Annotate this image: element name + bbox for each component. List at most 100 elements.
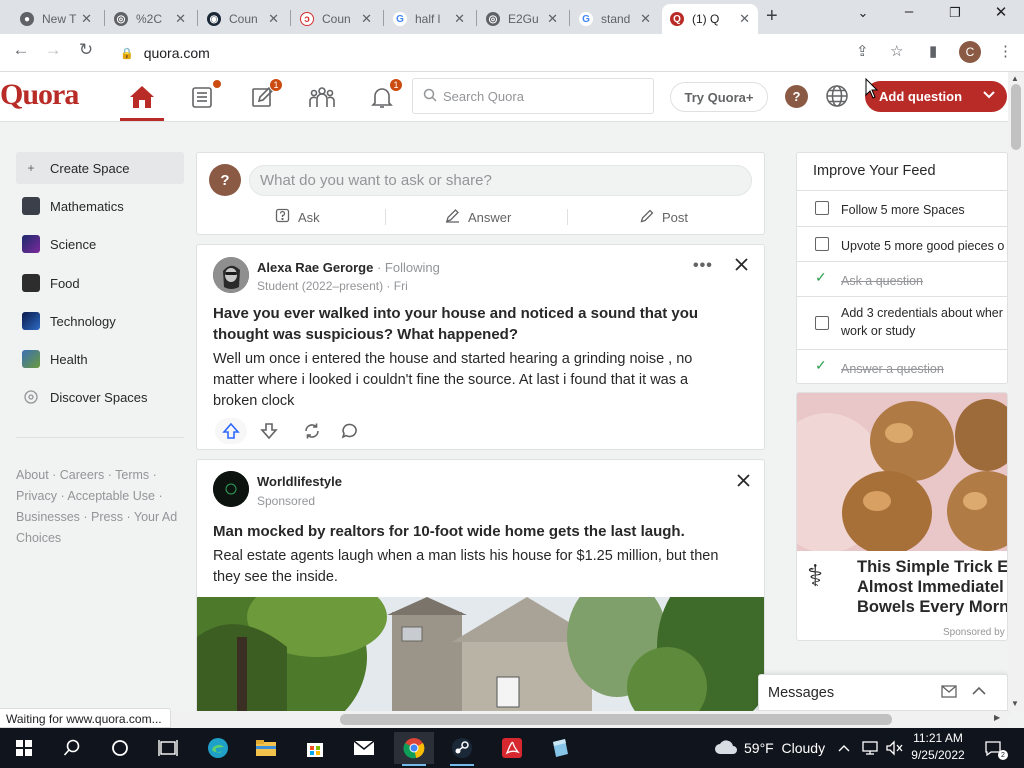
spaces-people-icon[interactable] xyxy=(307,82,337,112)
answer-button[interactable]: Answer xyxy=(445,205,511,229)
author-avatar[interactable] xyxy=(213,257,249,293)
restore-button[interactable]: ❐ xyxy=(932,5,978,21)
sponsor-avatar[interactable] xyxy=(213,471,249,507)
answer-body[interactable]: Well um once i entered the house and sta… xyxy=(213,349,743,412)
bookmark-star-icon[interactable]: ☆ xyxy=(890,42,903,60)
share-icon[interactable]: ⇪ xyxy=(856,42,869,60)
close-icon[interactable]: ✕ xyxy=(739,11,750,27)
forward-button[interactable]: → xyxy=(40,40,66,60)
try-quora-plus-button[interactable]: Try Quora+ xyxy=(670,82,768,112)
search-input[interactable]: Search Quora xyxy=(412,78,654,114)
feed-task-answer[interactable]: ✓ Answer a question xyxy=(797,349,1007,383)
feed-task-follow-spaces[interactable]: Follow 5 more Spaces xyxy=(797,190,1007,226)
footer-link-privacy[interactable]: Privacy xyxy=(16,489,57,503)
store-icon[interactable] xyxy=(295,732,335,764)
edge-icon[interactable] xyxy=(198,732,238,764)
close-icon[interactable]: ✕ xyxy=(81,11,92,27)
volume-muted-icon[interactable] xyxy=(885,728,903,768)
browser-tab[interactable]: ↄ Coun ✕ xyxy=(292,4,380,34)
sidebar-item-mathematics[interactable]: Mathematics xyxy=(16,190,184,222)
network-icon[interactable] xyxy=(861,728,879,768)
close-icon[interactable]: ✕ xyxy=(547,11,558,27)
steam-icon[interactable] xyxy=(442,732,482,766)
sidebar-item-technology[interactable]: Technology xyxy=(16,305,184,337)
ad-house-image[interactable] xyxy=(197,597,764,718)
vertical-scroll-thumb[interactable] xyxy=(1011,84,1021,150)
sidebar-item-science[interactable]: Science xyxy=(16,228,184,260)
ad-headline[interactable]: Man mocked by realtors for 10-foot wide … xyxy=(213,521,758,542)
file-explorer-icon[interactable] xyxy=(246,732,286,764)
messages-dock[interactable]: Messages xyxy=(758,674,1008,711)
compose-message-icon[interactable] xyxy=(941,684,957,701)
share-repost-icon[interactable] xyxy=(296,418,328,444)
footer-link-press[interactable]: Press xyxy=(91,510,123,524)
upvote-button[interactable] xyxy=(215,418,247,444)
ad-body[interactable]: Real estate agents laugh when a man list… xyxy=(213,546,743,588)
ask-share-input[interactable]: What do you want to ask or share? xyxy=(249,165,752,196)
feed-task-upvote[interactable]: Upvote 5 more good pieces o xyxy=(797,226,1007,261)
language-globe-icon[interactable] xyxy=(825,84,849,114)
following-feed-icon[interactable] xyxy=(187,80,221,112)
quora-logo[interactable]: Quora xyxy=(0,78,79,112)
profile-avatar[interactable]: C xyxy=(959,41,981,63)
side-panel-icon[interactable]: ▮ xyxy=(929,42,937,60)
feed-task-credentials[interactable]: Add 3 credentials about wher work or stud… xyxy=(797,296,1007,349)
author-name[interactable]: Alexa Rae Gerorge · Following xyxy=(257,260,440,275)
footer-link-terms[interactable]: Terms xyxy=(115,468,149,482)
task-view-icon[interactable] xyxy=(148,732,188,764)
browser-tab[interactable]: ◉ Coun ✕ xyxy=(199,4,287,34)
cortana-icon[interactable] xyxy=(100,732,140,764)
minimize-button[interactable]: – xyxy=(886,3,932,20)
windows-start-icon[interactable] xyxy=(4,732,44,764)
notepad-icon[interactable] xyxy=(540,732,580,764)
browser-tab[interactable]: G stand ✕ xyxy=(571,4,659,34)
reload-button[interactable]: ↻ xyxy=(73,40,99,60)
show-hidden-icons-chevron-icon[interactable] xyxy=(838,728,850,768)
sponsor-name[interactable]: Worldlifestyle xyxy=(257,474,342,489)
create-space-button[interactable]: + Create Space xyxy=(16,152,184,184)
close-icon[interactable]: ✕ xyxy=(361,11,372,27)
new-tab-button[interactable]: + xyxy=(766,5,778,28)
home-icon[interactable] xyxy=(127,82,157,112)
close-icon[interactable]: ✕ xyxy=(268,11,279,27)
follow-status[interactable]: Following xyxy=(385,260,440,275)
footer-link-careers[interactable]: Careers xyxy=(60,468,104,482)
horizontal-scroll-thumb[interactable] xyxy=(340,714,892,725)
question-title[interactable]: Have you ever walked into your house and… xyxy=(213,303,733,345)
browser-tab[interactable]: ● New T ✕ xyxy=(12,4,100,34)
menu-kebab-icon[interactable]: ⋮ xyxy=(998,42,1013,60)
tab-search-icon[interactable]: ⌄ xyxy=(840,5,886,21)
browser-tab[interactable]: ◎ E2Gu ✕ xyxy=(478,4,566,34)
weather-widget[interactable]: 59°F Cloudy xyxy=(714,728,825,768)
post-button[interactable]: Post xyxy=(640,205,688,229)
ask-button[interactable]: Ask xyxy=(275,205,320,229)
sidebar-item-health[interactable]: Health xyxy=(16,343,184,375)
downvote-button[interactable] xyxy=(253,418,285,444)
feed-task-ask[interactable]: ✓ Ask a question xyxy=(797,261,1007,296)
footer-link-about[interactable]: About xyxy=(16,468,49,482)
sidebar-item-discover-spaces[interactable]: Discover Spaces xyxy=(16,381,184,413)
vertical-scrollbar[interactable] xyxy=(1008,72,1024,711)
scroll-right-arrow-icon[interactable]: ▶ xyxy=(994,713,1000,722)
close-icon[interactable]: ✕ xyxy=(640,11,651,27)
answer-pencil-icon[interactable]: 1 xyxy=(247,78,283,112)
more-options-icon[interactable]: ••• xyxy=(693,257,713,275)
mail-icon[interactable] xyxy=(344,732,384,764)
browser-tab-active[interactable]: Q (1) Q ✕ xyxy=(662,4,758,34)
checkbox-icon[interactable] xyxy=(815,201,829,215)
comment-icon[interactable] xyxy=(334,418,366,444)
sidebar-ad[interactable]: ⚕ This Simple Trick E Almost Immediatel … xyxy=(796,392,1008,641)
close-icon[interactable]: ✕ xyxy=(175,11,186,27)
close-icon[interactable] xyxy=(735,258,748,276)
chevron-down-icon[interactable] xyxy=(983,88,995,105)
acrobat-icon[interactable] xyxy=(492,732,532,764)
search-icon[interactable] xyxy=(52,732,92,764)
window-close-button[interactable]: ✕ xyxy=(978,3,1024,21)
close-icon[interactable] xyxy=(737,474,750,492)
chevron-up-icon[interactable] xyxy=(972,684,986,701)
checkbox-icon[interactable] xyxy=(815,237,829,251)
checkbox-icon[interactable] xyxy=(815,316,829,330)
browser-tab[interactable]: ◎ %2C ✕ xyxy=(106,4,194,34)
back-button[interactable]: ← xyxy=(8,40,34,60)
notification-center-icon[interactable]: 2 xyxy=(984,728,1008,768)
